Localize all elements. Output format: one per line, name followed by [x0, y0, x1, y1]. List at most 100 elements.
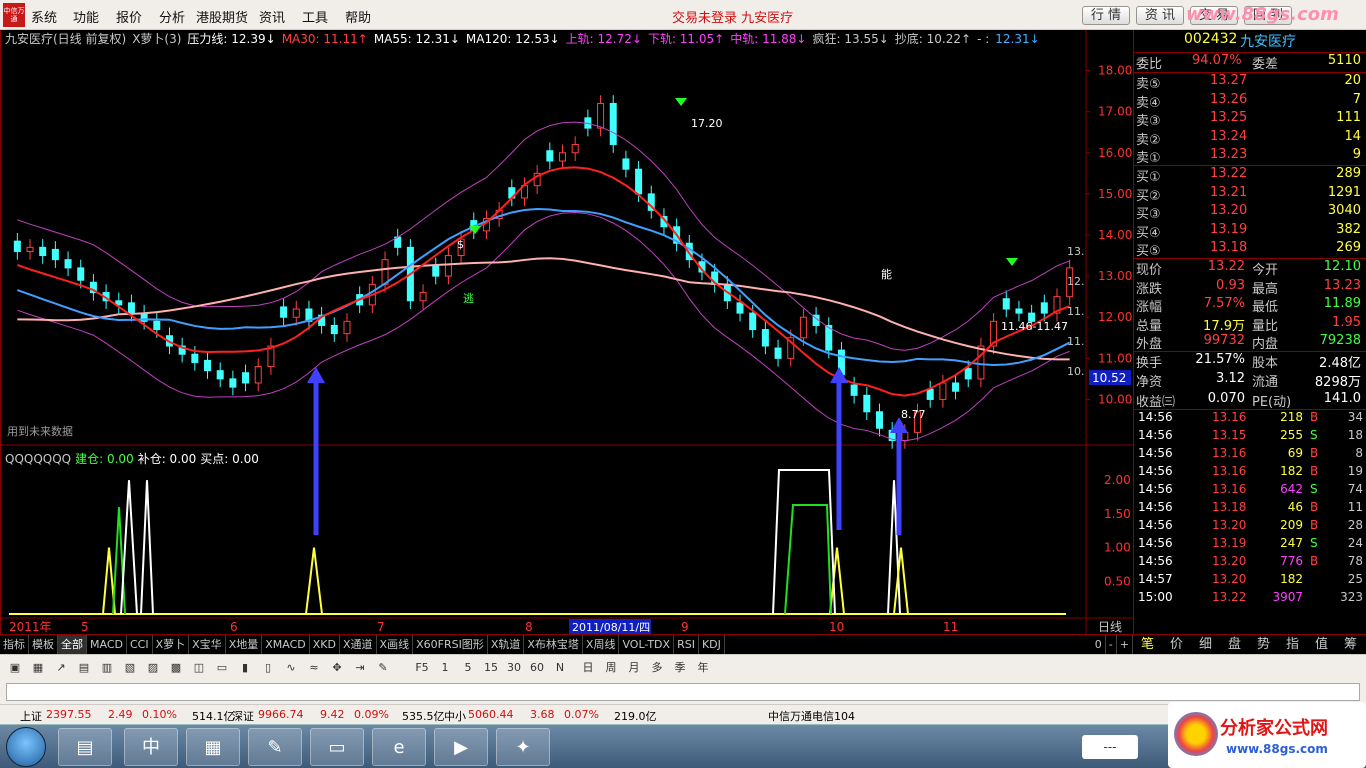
indicator-tab[interactable]: CCI: [127, 635, 153, 654]
taskbar-paint-icon[interactable]: ✎: [248, 728, 302, 766]
quote-tab[interactable]: 价: [1162, 635, 1191, 655]
period-button[interactable]: F5: [412, 659, 432, 677]
sell-level-label: 卖①: [1136, 151, 1161, 167]
menu-item-5[interactable]: 资讯: [259, 7, 285, 26]
period-button[interactable]: 周: [601, 659, 621, 677]
indicator-tab[interactable]: MACD: [87, 635, 127, 654]
period-button[interactable]: 60: [527, 659, 547, 677]
toolbar-tool-icon[interactable]: ∿: [282, 659, 300, 677]
toolbar-tool-icon[interactable]: ⇥: [351, 659, 369, 677]
indicator-tab[interactable]: 模板: [29, 635, 58, 654]
taskbar-calculator-icon[interactable]: ▦: [186, 728, 240, 766]
taskbar-explorer-icon[interactable]: ▤: [58, 728, 112, 766]
indicator-tab[interactable]: X通道: [340, 635, 377, 654]
toolbar-tool-icon[interactable]: ▯: [259, 659, 277, 677]
taskbar-media-icon[interactable]: ▶: [434, 728, 488, 766]
tick-count: 28: [1347, 518, 1363, 533]
toolbar-tool-icon[interactable]: ▤: [75, 659, 93, 677]
quote-button[interactable]: 行 情: [1082, 6, 1130, 25]
menu-item-3[interactable]: 分析: [159, 7, 185, 26]
candle-body: [736, 302, 744, 314]
indicator-header-item: 买点: 0.00: [200, 452, 259, 466]
indicator-tab[interactable]: X周线: [583, 635, 620, 654]
indicator-tab[interactable]: X地量: [226, 635, 263, 654]
quote-row: 卖⑤ 13.27 20: [1134, 72, 1366, 92]
period-button[interactable]: 15: [481, 659, 501, 677]
toolbar-tool-icon[interactable]: ▣: [6, 659, 24, 677]
main-header-item: 12.31↓: [995, 32, 1040, 46]
indicator-tab[interactable]: XKD: [310, 635, 340, 654]
indicator-tab[interactable]: X宝华: [189, 635, 226, 654]
toolbar-tool-icon[interactable]: ✎: [374, 659, 392, 677]
tick-price: 13.16: [1212, 446, 1247, 461]
period-button[interactable]: 1: [435, 659, 455, 677]
indicator-tab[interactable]: 指标: [0, 635, 29, 654]
quote-tab[interactable]: 筹: [1336, 635, 1365, 655]
weibi-value: 94.07%: [1192, 53, 1242, 68]
indicator-tab[interactable]: X布林宝塔: [524, 635, 583, 654]
period-button[interactable]: 月: [624, 659, 644, 677]
menu-item-4[interactable]: 港股期货: [196, 7, 248, 26]
indicator-tab[interactable]: RSI: [674, 635, 699, 654]
indicator-tab[interactable]: X60FRSI图形: [413, 635, 488, 654]
news-button[interactable]: 资 讯: [1136, 6, 1184, 25]
toolbar-tool-icon[interactable]: ▥: [98, 659, 116, 677]
period-button[interactable]: 30: [504, 659, 524, 677]
toolbar-tool-icon[interactable]: ≈: [305, 659, 323, 677]
sell-price: 13.26: [1210, 91, 1248, 107]
quote-tab[interactable]: 笔: [1133, 635, 1162, 655]
period-button[interactable]: 年: [693, 659, 713, 677]
stat-label: 涨幅: [1136, 300, 1163, 316]
period-button[interactable]: N: [550, 659, 570, 677]
status-text: 交易未登录 九安医疗: [672, 11, 794, 26]
indicator-tab[interactable]: 全部: [58, 635, 87, 654]
toolbar-tool-icon[interactable]: ▮: [236, 659, 254, 677]
period-button[interactable]: 日: [578, 659, 598, 677]
quote-tab[interactable]: 值: [1307, 635, 1336, 655]
command-input[interactable]: [6, 683, 1360, 701]
toolbar-tool-icon[interactable]: ▨: [144, 659, 162, 677]
menu-item-2[interactable]: 报价: [116, 7, 142, 26]
toolbar-tool-icon[interactable]: ✥: [328, 659, 346, 677]
toolbar-tool-icon[interactable]: ▦: [29, 659, 47, 677]
quote-tab[interactable]: 指: [1278, 635, 1307, 655]
indicator-tab[interactable]: XMACD: [262, 635, 310, 654]
period-button[interactable]: 5: [458, 659, 478, 677]
kline-chart[interactable]: 18.00 17.00 16.00 15.00 14.00 13.00 12.00 11.00…: [0, 30, 1134, 634]
pane-control-button[interactable]: -: [1106, 635, 1117, 654]
toolbar-tool-icon[interactable]: ↗: [52, 659, 70, 677]
toolbar-tool-icon[interactable]: ▩: [167, 659, 185, 677]
taskbar-zhongxin-icon[interactable]: 中: [124, 728, 178, 766]
indicator-tab[interactable]: X画线: [377, 635, 414, 654]
quote-tab[interactable]: 盘: [1220, 635, 1249, 655]
period-button[interactable]: 季: [670, 659, 690, 677]
indicator-tab[interactable]: VOL-TDX: [619, 635, 675, 654]
weicha-label: 委差: [1252, 57, 1279, 72]
menu-item-0[interactable]: 系统: [31, 7, 57, 26]
toolbar-tool-icon[interactable]: ▭: [213, 659, 231, 677]
tick-count: 24: [1347, 536, 1363, 551]
start-button[interactable]: [6, 727, 46, 767]
quote-row: 买⑤ 13.18 269: [1134, 239, 1366, 259]
index-bar-item: 0.07%: [564, 708, 599, 721]
main-header-item: X萝卜(3): [132, 32, 182, 46]
taskbar-notepad-icon[interactable]: ▭: [310, 728, 364, 766]
menu-item-7[interactable]: 帮助: [345, 7, 371, 26]
pane-control-button[interactable]: +: [1117, 635, 1133, 654]
toolbar-tool-icon[interactable]: ▧: [121, 659, 139, 677]
taskbar-ie-icon[interactable]: e: [372, 728, 426, 766]
indicator-tab[interactable]: X轨道: [488, 635, 525, 654]
toolbar-tool-icon[interactable]: ◫: [190, 659, 208, 677]
input-method-indicator[interactable]: ---: [1082, 735, 1138, 759]
quote-tab[interactable]: 细: [1191, 635, 1220, 655]
indicator-tab[interactable]: KDJ: [699, 635, 725, 654]
pane-control-button[interactable]: 0: [1092, 635, 1106, 654]
menu-item-1[interactable]: 功能: [73, 7, 99, 26]
menu-item-6[interactable]: 工具: [302, 7, 328, 26]
indicator-tab[interactable]: X萝卜: [153, 635, 190, 654]
taskbar-app-icon[interactable]: ✦: [496, 728, 550, 766]
quote-row: 外盘 99732 内盘 79238: [1134, 332, 1366, 352]
quote-tab[interactable]: 势: [1249, 635, 1278, 655]
period-button[interactable]: 多: [647, 659, 667, 677]
quote-row: 涨幅 7.57% 最低 11.89: [1134, 295, 1366, 316]
